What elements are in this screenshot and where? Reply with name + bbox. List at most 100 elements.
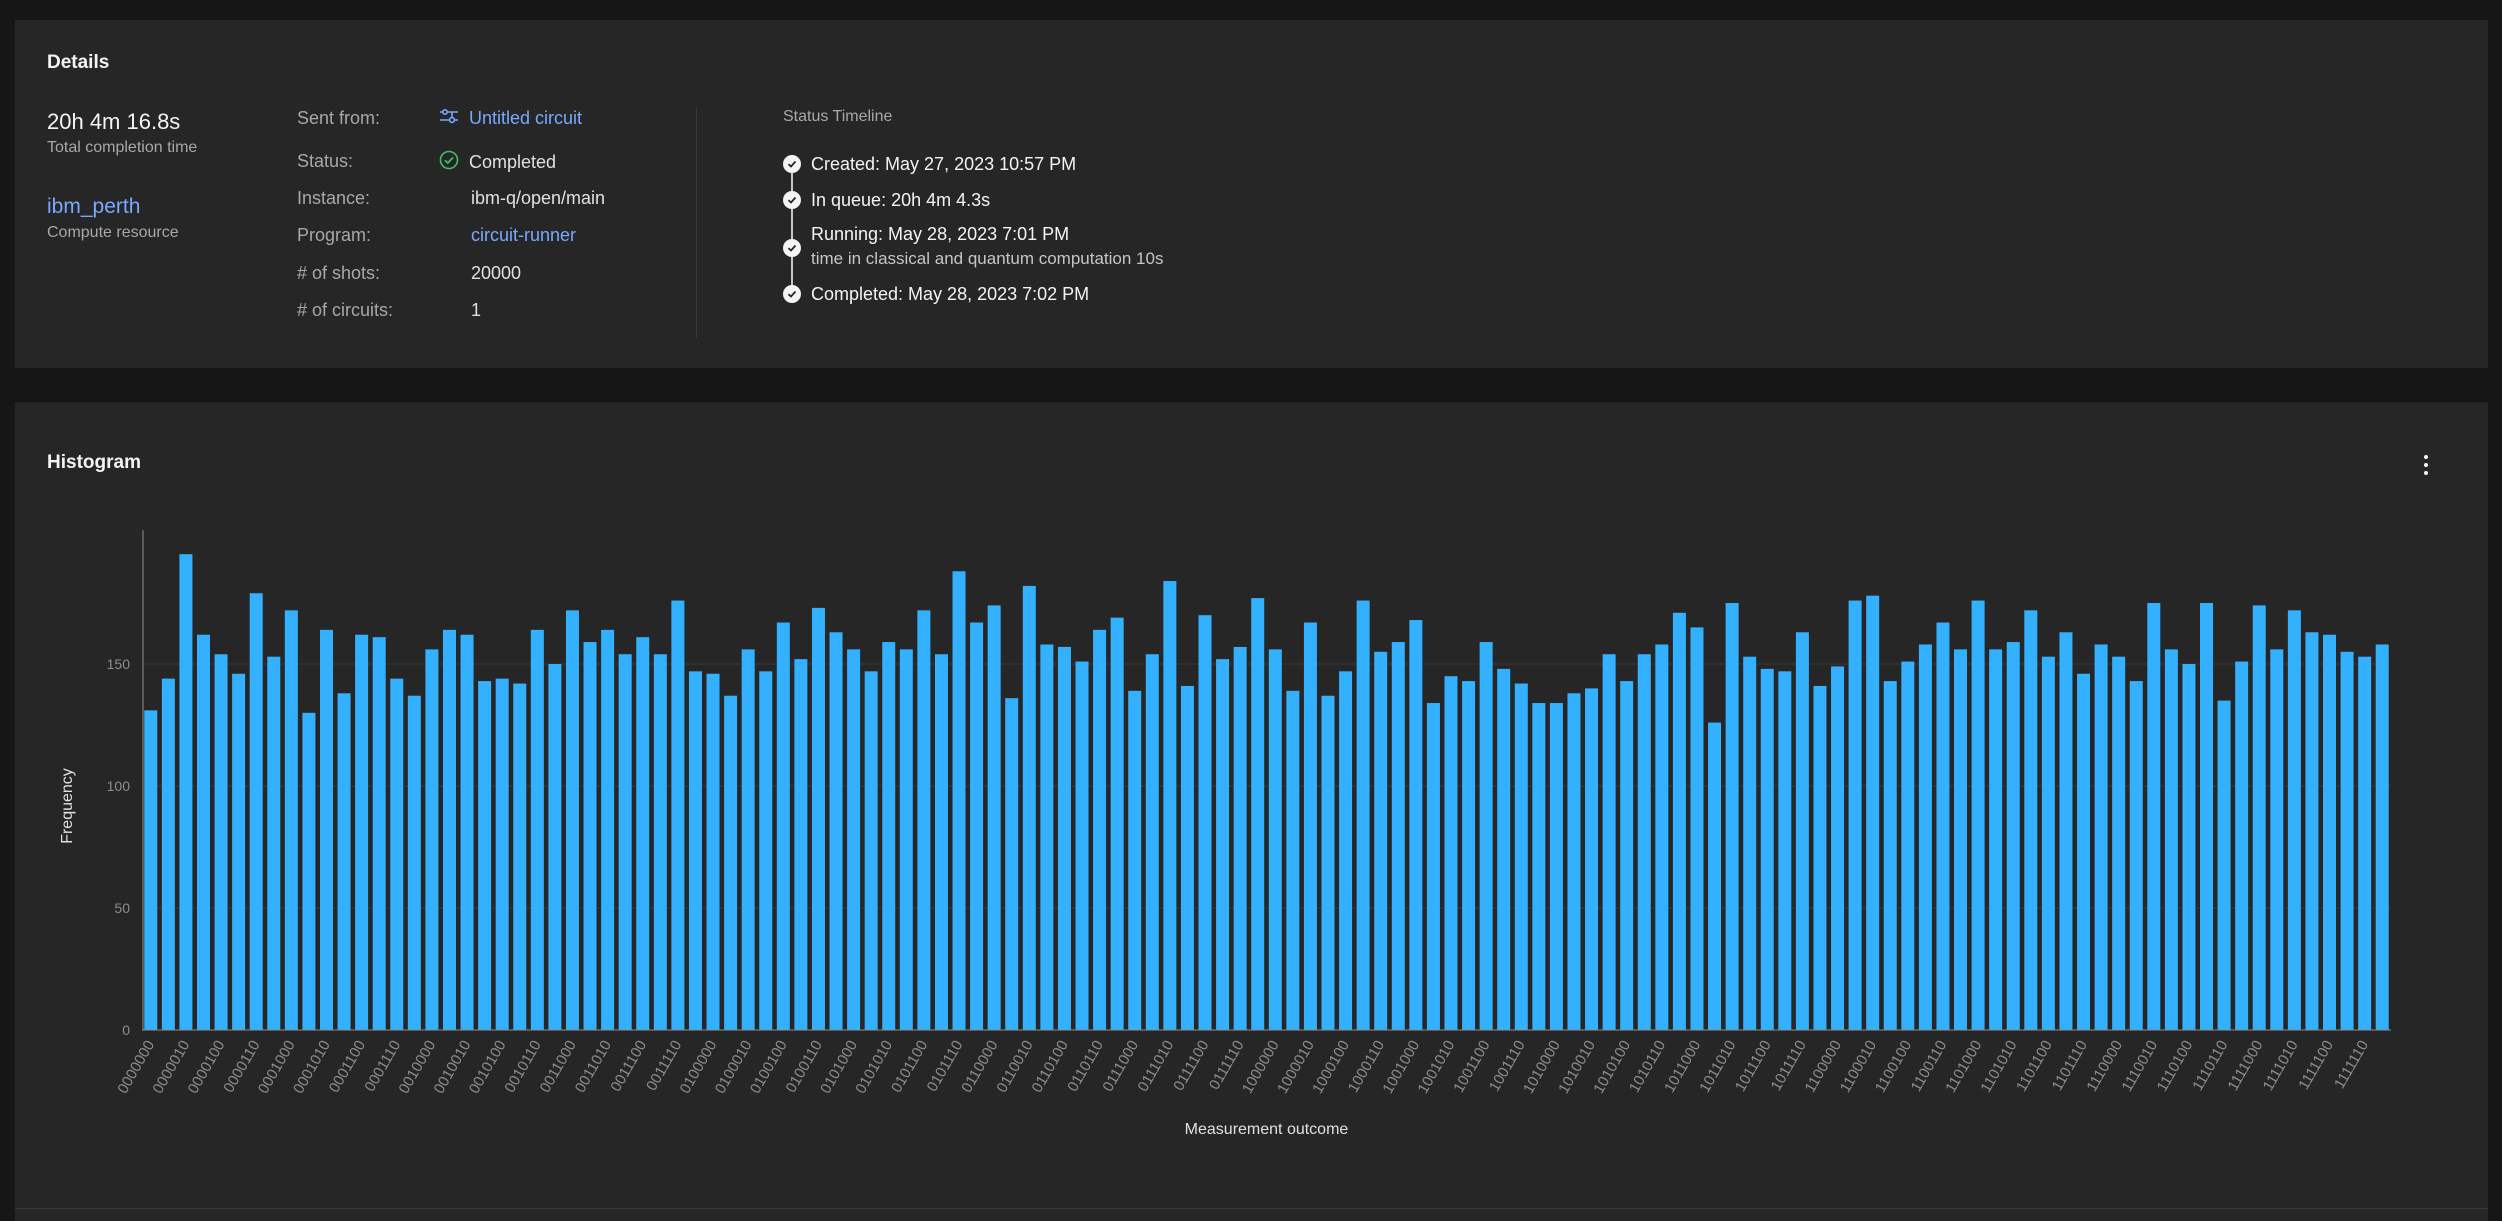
bar [232, 673, 246, 1030]
y-axis-title: Frequency [59, 768, 76, 844]
bar [478, 681, 492, 1030]
sent-from-link[interactable]: Untitled circuit [469, 108, 582, 129]
sent-from-value[interactable]: Untitled circuit [439, 107, 582, 130]
bar [864, 671, 878, 1030]
bar [495, 678, 509, 1030]
instance-value: ibm-q/open/main [471, 188, 606, 208]
bar [2129, 681, 2143, 1030]
bar [1532, 703, 1546, 1030]
bar [1075, 661, 1089, 1030]
bar [249, 593, 263, 1030]
bar [1918, 644, 1932, 1030]
bar [1409, 620, 1423, 1030]
bar [583, 642, 597, 1030]
bar [970, 622, 984, 1030]
bar [1585, 688, 1599, 1030]
bar [1198, 615, 1212, 1030]
bar [1110, 617, 1124, 1030]
bar [794, 659, 808, 1030]
bar [1216, 659, 1230, 1030]
bar [2358, 656, 2372, 1030]
y-tick-label: 150 [107, 656, 131, 672]
bar [2305, 632, 2319, 1030]
bar [1426, 703, 1440, 1030]
bar [1813, 685, 1827, 1030]
bar [1374, 651, 1388, 1030]
program-link[interactable]: circuit-runner [471, 225, 576, 246]
x-tick-label: 1111100 [2295, 1038, 2337, 1093]
bar [161, 678, 175, 1030]
check-icon [783, 285, 801, 303]
bar [284, 610, 298, 1030]
bar [144, 710, 158, 1030]
bar [2024, 610, 2038, 1030]
circuit-icon [439, 107, 459, 130]
bar [1286, 690, 1300, 1030]
bar [1725, 603, 1739, 1030]
bar [407, 695, 421, 1030]
bar [1497, 668, 1511, 1030]
status-label: Status: [297, 151, 354, 171]
bar [319, 629, 333, 1030]
details-panel: Details 20h 4m 16.8s Total completion ti… [15, 20, 2488, 368]
bar [653, 654, 667, 1030]
histogram-chart: 0501001500000000000001000001000000110000… [59, 530, 2391, 1138]
bar [1708, 722, 1722, 1030]
bar [724, 695, 738, 1030]
program-label: Program: [297, 225, 372, 245]
bar [2182, 664, 2196, 1030]
bar [1163, 581, 1177, 1030]
timeline-subtext: time in classical and quantum computatio… [811, 249, 1164, 268]
timeline-item-running: Running: May 28, 2023 7:01 PM time in cl… [783, 224, 1163, 269]
bar [1022, 585, 1036, 1030]
bar [829, 632, 843, 1030]
timeline-item-completed: Completed: May 28, 2023 7:02 PM [783, 284, 1089, 305]
bar [1128, 690, 1142, 1030]
bar [1391, 642, 1405, 1030]
bar [899, 649, 913, 1030]
bar [2270, 649, 2284, 1030]
bar [2059, 632, 2073, 1030]
bar [179, 554, 193, 1030]
bar [1778, 671, 1792, 1030]
check-icon [783, 155, 801, 173]
instance-label: Instance: [297, 188, 371, 208]
bar [1549, 703, 1563, 1030]
bar [267, 656, 281, 1030]
bar [1444, 676, 1458, 1030]
bar [390, 678, 404, 1030]
bar [2323, 634, 2337, 1030]
bar [2252, 605, 2266, 1030]
bar [1057, 646, 1071, 1030]
bar [1356, 600, 1370, 1030]
y-tick-label: 50 [114, 900, 130, 916]
bar [1462, 681, 1476, 1030]
bar [2235, 661, 2249, 1030]
bar [1936, 622, 1950, 1030]
bar [1795, 632, 1809, 1030]
bar [1339, 671, 1353, 1030]
histogram-panel: Histogram 0 50 100 150 0000000 0000010 0000100… [15, 402, 2488, 1208]
bar [1303, 622, 1317, 1030]
completion-time: 20h 4m 16.8s [47, 109, 181, 134]
bar [513, 683, 527, 1030]
bar [2200, 603, 2214, 1030]
status-text: Completed [469, 152, 557, 172]
bar [2094, 644, 2108, 1030]
timeline-item-created: Created: May 27, 2023 10:57 PM [783, 154, 1076, 175]
bar [636, 637, 650, 1030]
bar [2077, 673, 2091, 1030]
timeline-text: Running: May 28, 2023 7:01 PM [811, 224, 1070, 244]
bar [934, 654, 948, 1030]
bar [1971, 600, 1985, 1030]
bar [2147, 603, 2161, 1030]
circuits-value: 1 [471, 300, 482, 320]
check-icon [783, 239, 801, 257]
bar [688, 671, 702, 1030]
bar [1954, 649, 1968, 1030]
shots-label: # of shots: [297, 263, 381, 283]
bar [706, 673, 720, 1030]
timeline-text: Created: May 27, 2023 10:57 PM [811, 154, 1077, 174]
bar [601, 629, 615, 1030]
compute-resource-link[interactable]: ibm_perth [47, 195, 140, 219]
